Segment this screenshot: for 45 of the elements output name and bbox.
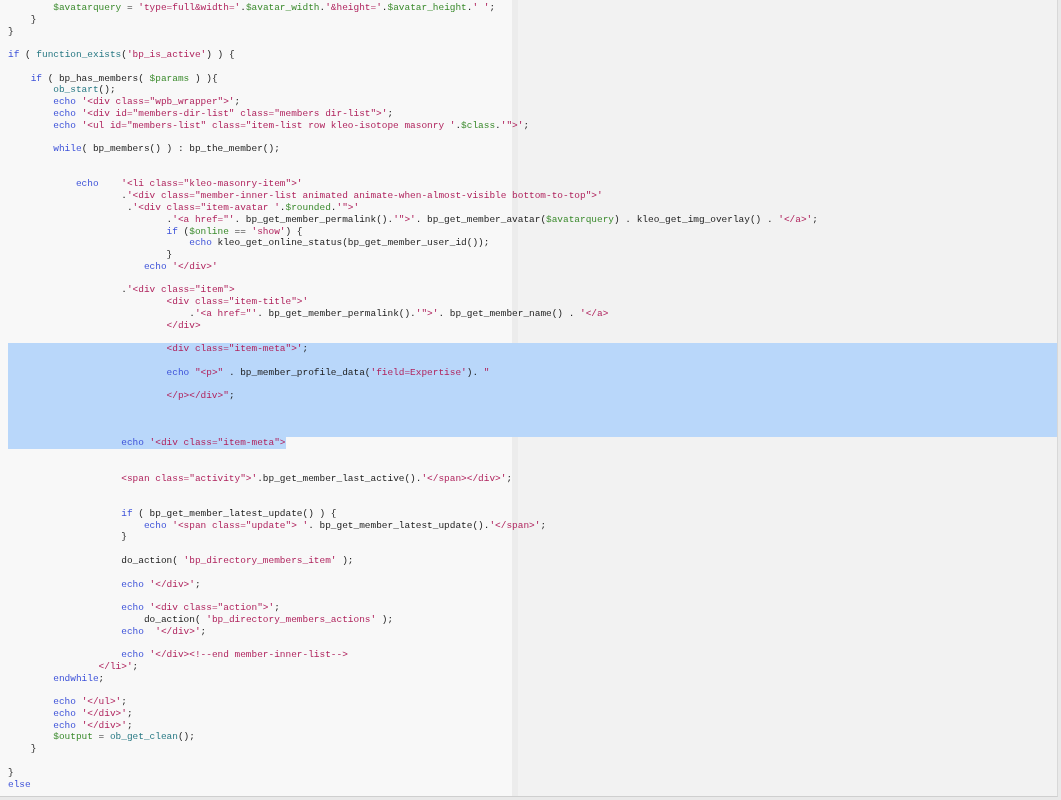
code-line: } (8, 25, 14, 38)
code-line: </div> (166, 319, 201, 332)
code-line: echo '</div>'; (121, 578, 201, 591)
code-line: } (121, 531, 127, 544)
code-line: echo '</div>'; (53, 707, 133, 720)
code-line: if ( function_exists('bp_is_active') ) { (8, 49, 235, 61)
code-line: if ( bp_get_member_latest_update() ) { (121, 507, 337, 520)
code-line: echo '<li class="kleo-masonry-item">' (75, 178, 303, 191)
code-editor[interactable] (0, 0, 1058, 797)
code-line: ob_start(); (53, 84, 116, 97)
code-line: echo '</div>'; (53, 719, 133, 732)
code-line: } (166, 249, 173, 261)
code-line: .'<a href="'. bp_get_member_permalink().'">'. bp_get_member_avatar($avatarquery) . kleo_get_img_overlay() . '</a>'; (166, 213, 818, 226)
code-line: <div class="item-title">' (166, 296, 309, 308)
code-line: } (30, 13, 37, 26)
code-line: </li>'; (98, 660, 139, 673)
code-line: $avatarquery = 'type=full&width='.$avatar_width.'&height='.$avatar_height.' '; (53, 2, 496, 14)
code-line: echo '</div>'; (121, 625, 207, 638)
code-line: do_action( 'bp_directory_members_item' ); (121, 555, 354, 567)
code-line: .'<div class="item"> (121, 284, 235, 297)
code-line: </p></div>"; (166, 390, 235, 403)
code-line: endwhile; (53, 672, 105, 685)
code-line: } (30, 743, 37, 755)
code-line: echo '</div><!--end member-inner-list--> (121, 649, 348, 661)
code-line: <div class="item-meta">'; (166, 343, 309, 355)
code-line: echo '</div>' (143, 260, 218, 273)
code-line: else (8, 778, 31, 791)
code-line: echo '</ul>'; (53, 696, 127, 708)
code-line: while( bp_members() ) : bp_the_member(); (53, 143, 280, 155)
code-line: echo '<ul id="members-list" class="item-list row kleo-isotope masonry '.$class.'">'; (53, 119, 530, 132)
code-line: echo '<span class="update"> '. bp_get_member_latest_update().'</span>'; (143, 519, 547, 532)
code-line: if ( bp_has_members( $params ) ){ (30, 72, 218, 85)
code-line: if ($online == 'show') { (166, 225, 303, 238)
code-line: echo '<div class="action">'; (121, 602, 280, 614)
code-line: .'<a href="'. bp_get_member_permalink().'">'. bp_get_member_name() . '</a> (189, 307, 609, 320)
code-line: echo kleo_get_online_status(bp_get_member_user_id()); (189, 237, 490, 250)
code-line: } (8, 766, 14, 779)
code-line: <span class="activity">'.bp_get_member_last_active().'</span></div>'; (121, 472, 513, 485)
code-line: do_action( 'bp_directory_members_actions' ); (143, 613, 394, 626)
code-line: .'<div class="member-inner-list animated animate-when-almost-visible bottom-to-top">' (121, 190, 603, 202)
code-line: .'<div class="item-avatar '.$rounded.'">' (126, 202, 360, 214)
code-line: $output = ob_get_clean(); (53, 731, 195, 744)
code-line: echo "<p>" . bp_member_profile_data('field=Expertise'). " (166, 366, 490, 379)
code-line: echo '<div id="members-dir-list" class="members dir-list">'; (53, 107, 394, 120)
code-line: echo '<div class="wpb_wrapper">'; (53, 96, 241, 108)
